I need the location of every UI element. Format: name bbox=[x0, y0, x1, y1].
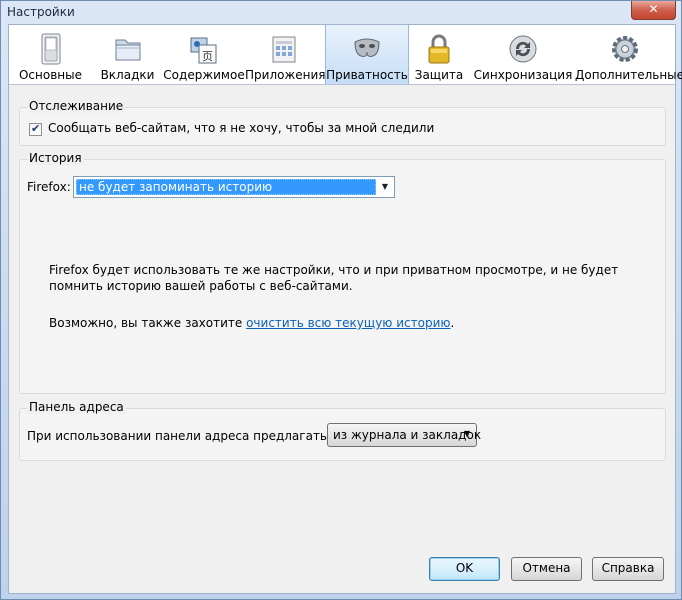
firefox-label: Firefox: bbox=[27, 180, 71, 194]
tab-content[interactable]: 页 Содержимое bbox=[163, 25, 245, 84]
checkmark-icon: ✔ bbox=[31, 122, 41, 135]
tab-label: Вкладки bbox=[100, 68, 155, 82]
tab-label: Защита bbox=[414, 68, 464, 82]
tab-label: Синхронизация bbox=[473, 68, 573, 82]
history-caption: История bbox=[27, 151, 84, 165]
tracking-caption: Отслеживание bbox=[27, 99, 126, 113]
preferences-window: Настройки ✕ Основные Вкладки 页 Содержимо… bbox=[0, 0, 682, 600]
mask-icon bbox=[354, 38, 380, 57]
tabs-folder-icon bbox=[115, 39, 140, 61]
address-bar-caption: Панель адреса bbox=[27, 400, 126, 414]
tab-label: Основные bbox=[18, 68, 82, 82]
clear-history-line: Возможно, вы также захотите очистить всю… bbox=[49, 316, 454, 330]
tab-applications[interactable]: Приложения bbox=[245, 25, 326, 84]
gear-icon bbox=[612, 36, 638, 62]
cancel-button[interactable]: Отмена bbox=[511, 557, 582, 581]
chevron-down-icon: ▼ bbox=[381, 182, 389, 191]
switch-icon bbox=[41, 33, 60, 65]
ok-button[interactable]: OK bbox=[429, 557, 500, 581]
tab-privacy[interactable]: Приватность bbox=[325, 25, 409, 84]
address-bar-group: Панель адреса При использовании панели а… bbox=[19, 400, 666, 461]
tab-label: Дополнительные bbox=[575, 68, 682, 82]
suggest-select[interactable]: из журнала и закладок ▼ bbox=[327, 423, 481, 447]
do-not-track-label: Сообщать веб-сайтам, что я не хочу, чтоб… bbox=[48, 121, 435, 135]
help-button[interactable]: Справка bbox=[592, 557, 664, 581]
tab-tabs[interactable]: Вкладки bbox=[92, 25, 163, 84]
history-description: Firefox будет использовать те же настрой… bbox=[49, 263, 619, 293]
tab-label: Приватность bbox=[326, 68, 408, 82]
title-bar[interactable]: Настройки ✕ bbox=[1, 1, 681, 23]
do-not-track-checkbox[interactable]: ✔ bbox=[29, 122, 42, 136]
window-title: Настройки bbox=[7, 5, 75, 19]
history-mode-select[interactable]: не будет запоминать историю ▼ bbox=[73, 176, 395, 198]
tracking-group: Отслеживание ✔ Сообщать веб-сайтам, что … bbox=[19, 99, 666, 146]
dialog-body: Основные Вкладки 页 Содержимое Приложения… bbox=[8, 24, 682, 594]
tab-general[interactable]: Основные bbox=[9, 25, 92, 84]
close-button[interactable]: ✕ bbox=[631, 1, 676, 20]
svg-text:页: 页 bbox=[202, 50, 213, 63]
tab-security[interactable]: Защита bbox=[407, 25, 471, 84]
tab-label: Содержимое bbox=[163, 68, 245, 82]
clear-history-link[interactable]: очистить всю текущую историю bbox=[246, 316, 450, 330]
tab-label: Приложения bbox=[245, 68, 326, 82]
padlock-icon bbox=[428, 34, 450, 64]
suggest-value: из журнала и закладок bbox=[333, 428, 482, 442]
content-icon: 页 bbox=[190, 37, 217, 64]
history-group: История Firefox: не будет запоминать ист… bbox=[19, 151, 666, 394]
tab-advanced[interactable]: Дополнительные bbox=[575, 25, 682, 84]
tab-sync[interactable]: Синхронизация bbox=[471, 25, 575, 84]
sync-icon bbox=[509, 35, 537, 63]
chevron-down-icon: ▼ bbox=[463, 429, 470, 438]
category-toolbar: Основные Вкладки 页 Содержимое Приложения… bbox=[9, 25, 682, 85]
applications-icon bbox=[272, 36, 296, 63]
history-mode-value: не будет запоминать историю bbox=[76, 179, 376, 195]
period-text: . bbox=[450, 316, 455, 330]
maybe-text: Возможно, вы также захотите bbox=[49, 316, 247, 330]
